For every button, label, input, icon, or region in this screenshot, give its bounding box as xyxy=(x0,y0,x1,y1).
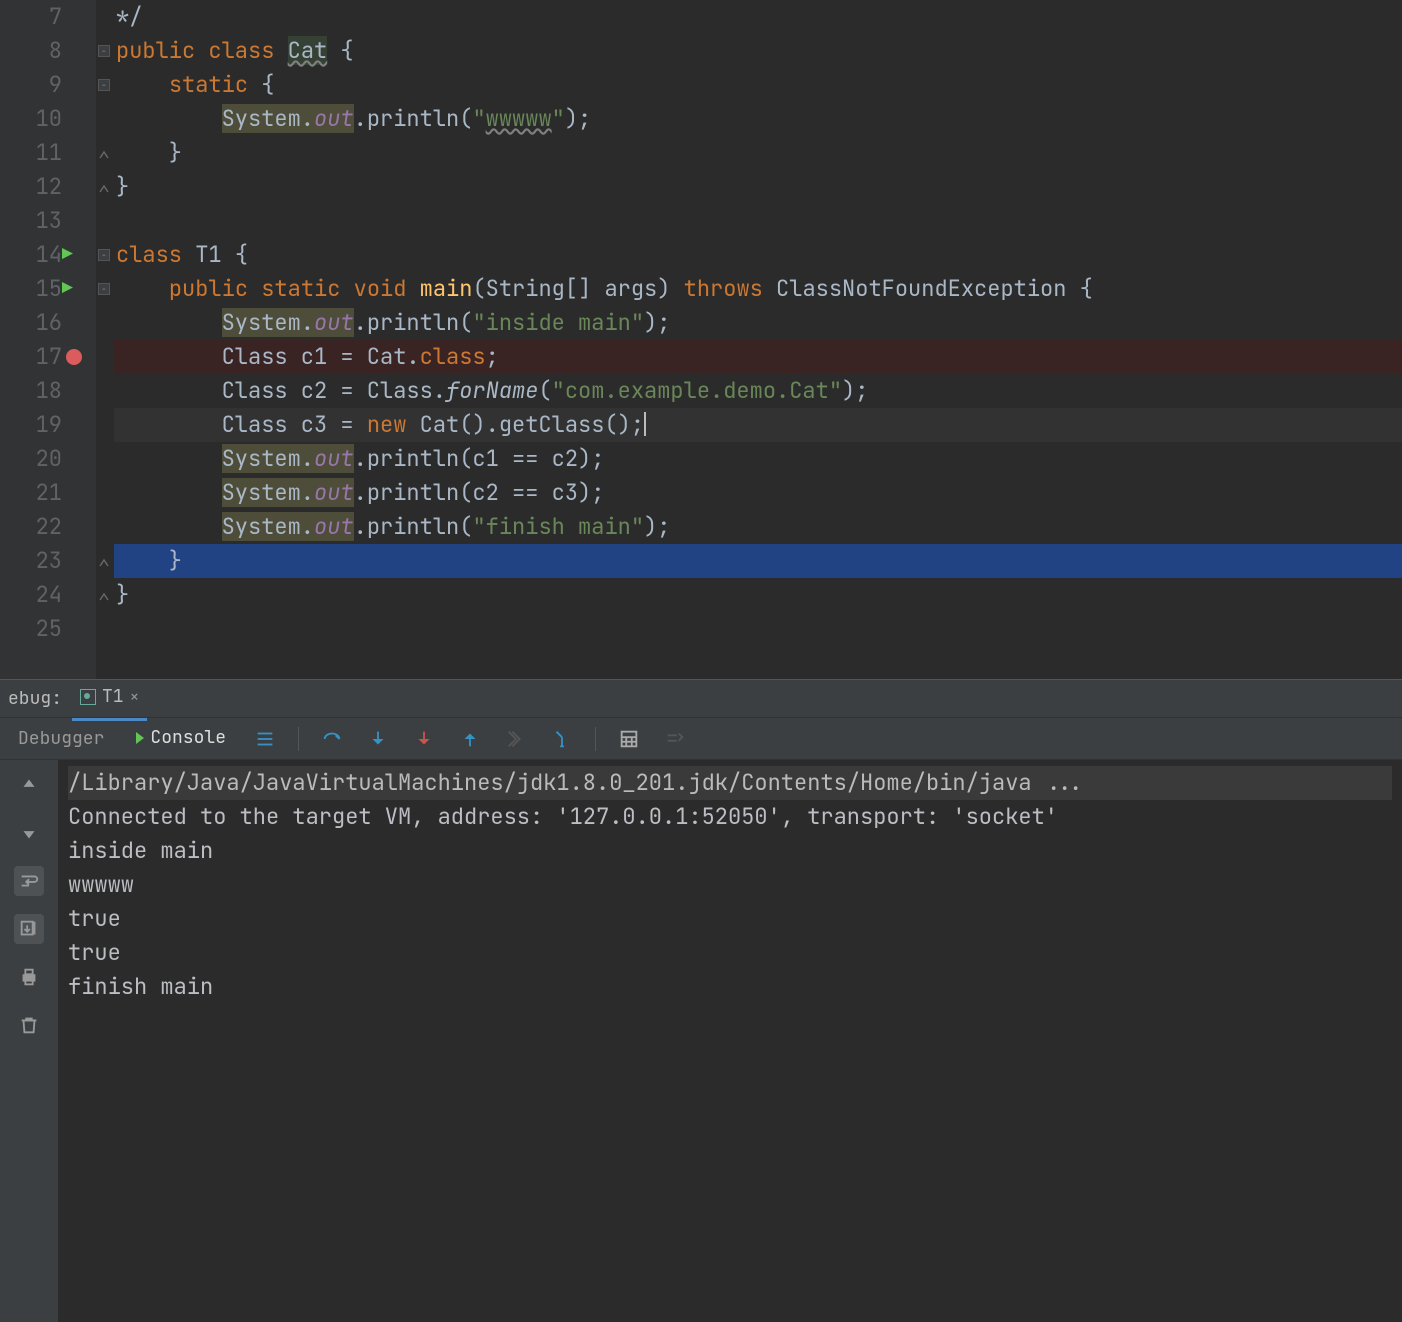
code-line[interactable]: static { xyxy=(114,68,1402,102)
code-line[interactable]: } xyxy=(114,136,1402,170)
down-stack-button[interactable] xyxy=(14,818,44,848)
line-number[interactable]: 18 xyxy=(0,374,90,408)
line-number[interactable]: 15▶ xyxy=(0,272,90,306)
console-line: true xyxy=(68,902,1392,936)
up-stack-button[interactable] xyxy=(14,770,44,800)
console-run-icon xyxy=(136,732,144,744)
code-line[interactable]: public class Cat { xyxy=(114,34,1402,68)
code-line[interactable]: } xyxy=(114,544,1402,578)
console-line: finish main xyxy=(68,970,1392,1004)
line-number[interactable]: 9 xyxy=(0,68,90,102)
line-number[interactable]: 10 xyxy=(0,102,90,136)
code-line[interactable] xyxy=(114,612,1402,646)
fold-gutter[interactable]: − − − − xyxy=(96,0,114,679)
line-number[interactable]: 14▶ xyxy=(0,238,90,272)
code-line[interactable]: System.out.println(c2 == c3); xyxy=(114,476,1402,510)
code-line[interactable]: */ xyxy=(114,0,1402,34)
close-tab-icon[interactable]: × xyxy=(130,680,140,714)
line-number[interactable]: 11 xyxy=(0,136,90,170)
fold-toggle-icon[interactable] xyxy=(98,150,108,156)
code-line[interactable]: public static void main(String[] args) t… xyxy=(114,272,1402,306)
fold-toggle-icon[interactable] xyxy=(98,592,108,598)
code-line[interactable]: Class c2 = Class.forName("com.example.de… xyxy=(114,374,1402,408)
console-line: /Library/Java/JavaVirtualMachines/jdk1.8… xyxy=(68,766,1392,800)
run-config-icon xyxy=(80,689,96,705)
soft-wrap-button[interactable] xyxy=(14,866,44,896)
code-line[interactable]: System.out.println("inside main"); xyxy=(114,306,1402,340)
code-line[interactable]: Class c1 = Cat.class; xyxy=(114,340,1402,374)
drop-frame-button[interactable] xyxy=(503,726,529,752)
line-number[interactable]: 21 xyxy=(0,476,90,510)
line-number-gutter[interactable]: 7891011121314▶15▶16171819202122232425 xyxy=(0,0,96,679)
tab-console[interactable]: Console xyxy=(130,713,232,765)
line-number[interactable]: 16 xyxy=(0,306,90,340)
console-line: Connected to the target VM, address: '12… xyxy=(68,800,1392,834)
fold-toggle-icon[interactable]: − xyxy=(98,283,110,295)
fold-toggle-icon[interactable]: − xyxy=(98,79,110,91)
print-button[interactable] xyxy=(14,962,44,992)
debug-tool-window: ebug: T1 × Debugger Console /Library/J xyxy=(0,679,1402,1322)
line-number[interactable]: 24 xyxy=(0,578,90,612)
debug-label: ebug: xyxy=(8,682,62,716)
console-output[interactable]: /Library/Java/JavaVirtualMachines/jdk1.8… xyxy=(58,760,1402,1322)
breakpoint-icon[interactable] xyxy=(66,349,82,365)
code-line[interactable]: } xyxy=(114,170,1402,204)
trace-button[interactable] xyxy=(662,726,688,752)
toolbar-divider xyxy=(595,727,596,751)
toolbar-divider xyxy=(298,727,299,751)
line-number[interactable]: 12 xyxy=(0,170,90,204)
run-gutter-icon[interactable]: ▶ xyxy=(62,272,73,306)
scroll-to-end-button[interactable] xyxy=(14,914,44,944)
code-line[interactable]: Class c3 = new Cat().getClass(); xyxy=(114,408,1402,442)
line-number[interactable]: 19 xyxy=(0,408,90,442)
line-number[interactable]: 20 xyxy=(0,442,90,476)
clear-all-button[interactable] xyxy=(14,1010,44,1040)
code-editor[interactable]: 7891011121314▶15▶16171819202122232425 −−… xyxy=(0,0,1402,679)
fold-toggle-icon[interactable] xyxy=(98,184,108,190)
tab-debugger[interactable]: Debugger xyxy=(12,714,110,764)
run-config-name: T1 xyxy=(102,680,124,714)
fold-toggle-icon[interactable]: − xyxy=(98,45,110,57)
debug-side-toolbar xyxy=(0,760,58,1322)
line-number[interactable]: 8 xyxy=(0,34,90,68)
line-number[interactable]: 23 xyxy=(0,544,90,578)
code-line[interactable]: class T1 { xyxy=(114,238,1402,272)
fold-toggle-icon[interactable] xyxy=(98,558,108,564)
run-gutter-icon[interactable]: ▶ xyxy=(62,238,73,272)
code-line[interactable] xyxy=(114,204,1402,238)
step-out-button[interactable] xyxy=(457,726,483,752)
line-number[interactable]: 25 xyxy=(0,612,90,646)
console-line: true xyxy=(68,936,1392,970)
line-number[interactable]: 22 xyxy=(0,510,90,544)
code-line[interactable]: System.out.println(c1 == c2); xyxy=(114,442,1402,476)
evaluate-expression-button[interactable] xyxy=(616,726,642,752)
debug-toolbar: Debugger Console xyxy=(0,718,1402,760)
threads-icon[interactable] xyxy=(252,726,278,752)
run-to-cursor-button[interactable] xyxy=(549,726,575,752)
line-number[interactable]: 17 xyxy=(0,340,90,374)
code-line[interactable]: } xyxy=(114,578,1402,612)
code-line[interactable]: System.out.println("finish main"); xyxy=(114,510,1402,544)
step-over-button[interactable] xyxy=(319,726,345,752)
fold-toggle-icon[interactable]: − xyxy=(98,249,110,261)
code-line[interactable]: System.out.println("wwwww"); xyxy=(114,102,1402,136)
line-number[interactable]: 7 xyxy=(0,0,90,34)
step-into-button[interactable] xyxy=(365,726,391,752)
code-content[interactable]: */public class Cat { static { System.out… xyxy=(114,0,1402,679)
force-step-into-button[interactable] xyxy=(411,726,437,752)
console-line: inside main xyxy=(68,834,1392,868)
line-number[interactable]: 13 xyxy=(0,204,90,238)
console-line: wwwww xyxy=(68,868,1392,902)
